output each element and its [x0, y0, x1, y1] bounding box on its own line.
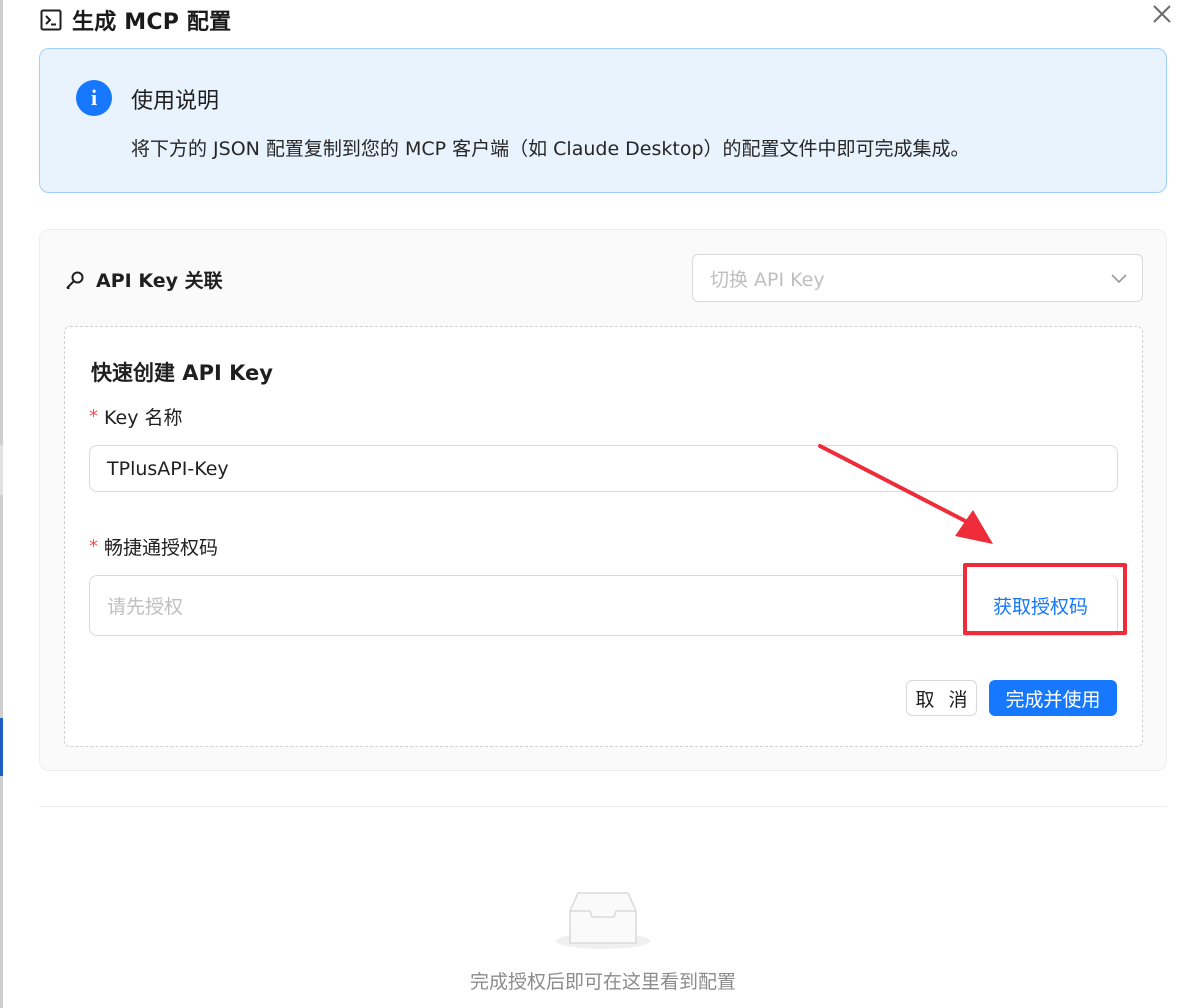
quick-create-title: 快速创建 API Key	[91, 361, 273, 385]
background-edge-segment	[0, 445, 3, 495]
info-icon: i	[76, 80, 112, 116]
close-icon[interactable]	[1150, 2, 1174, 26]
background-edge	[0, 0, 3, 1008]
key-name-value: TPlusAPI-Key	[107, 457, 229, 480]
api-key-card: API Key 关联 切换 API Key 快速创建 API Key * Key…	[39, 229, 1167, 771]
required-marker: *	[89, 536, 98, 557]
alert-description: 将下方的 JSON 配置复制到您的 MCP 客户端（如 Claude Deskt…	[131, 138, 970, 160]
key-search-icon	[64, 269, 86, 291]
finish-and-use-button[interactable]: 完成并使用	[989, 680, 1117, 716]
dialog-title: 生成 MCP 配置	[72, 10, 232, 35]
switch-api-key-select[interactable]: 切换 API Key	[692, 254, 1143, 302]
empty-inbox-icon	[556, 892, 650, 949]
get-auth-code-link: 获取授权码	[992, 595, 1088, 618]
key-name-label-text: Key 名称	[104, 407, 183, 429]
auth-code-label: * 畅捷通授权码	[89, 533, 218, 560]
section-divider	[39, 806, 1167, 807]
mcp-config-dialog: 生成 MCP 配置 i 使用说明 将下方的 JSON 配置复制到您的 MCP 客…	[0, 0, 1191, 1008]
key-name-input[interactable]: TPlusAPI-Key	[89, 445, 1118, 492]
auth-code-label-text: 畅捷通授权码	[104, 537, 219, 559]
background-edge-accent	[0, 718, 3, 776]
terminal-icon	[40, 9, 62, 31]
api-key-section-header: API Key 关联	[64, 266, 223, 293]
quick-create-form: 快速创建 API Key * Key 名称 TPlusAPI-Key * 畅捷通…	[64, 326, 1143, 747]
auth-code-placeholder: 请先授权	[107, 596, 184, 618]
usage-info-alert: i 使用说明 将下方的 JSON 配置复制到您的 MCP 客户端（如 Claud…	[39, 48, 1167, 193]
cancel-button[interactable]: 取 消	[906, 680, 977, 716]
get-auth-code-button[interactable]: 获取授权码	[963, 575, 1117, 635]
dialog-header: 生成 MCP 配置	[40, 5, 231, 35]
alert-title: 使用说明	[131, 89, 220, 114]
required-marker: *	[89, 406, 98, 427]
api-key-section-title: API Key 关联	[96, 270, 223, 292]
select-placeholder: 切换 API Key	[710, 268, 825, 291]
chevron-down-icon	[1110, 269, 1128, 287]
empty-state-text: 完成授权后即可在这里看到配置	[469, 971, 736, 993]
key-name-label: * Key 名称	[89, 403, 183, 430]
